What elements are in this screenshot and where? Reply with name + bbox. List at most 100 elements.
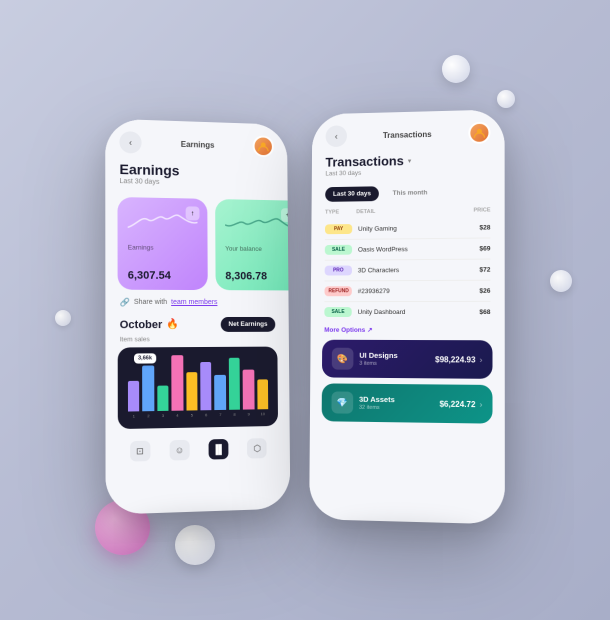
right-phone-screen: ‹ Transactions Transactions ▾ Last 30 da… <box>309 109 505 524</box>
tx-badge-0: PAY <box>325 224 352 234</box>
bar-1 <box>128 381 140 412</box>
nav-icon-home[interactable]: ⊡ <box>130 441 150 462</box>
october-row: October 🔥 Net Earnings <box>105 315 288 336</box>
bottom-card-sublabel-1: 32 items <box>359 405 395 411</box>
bottom-card-arrow-1: › <box>480 400 483 409</box>
bottom-card-info-0: UI Designs 3 items <box>359 351 397 367</box>
left-phone-top-bar: ‹ Earnings <box>105 119 287 162</box>
bottom-card-arrow-0: › <box>480 355 483 364</box>
bar-label-9: 9 <box>243 411 254 416</box>
transaction-row-3[interactable]: REFUND#23936279$26 <box>311 281 505 302</box>
bar-labels: 12345678910 <box>128 411 268 419</box>
nav-icon-menu[interactable]: ⬡ <box>247 438 267 458</box>
th-detail: DETAIL <box>356 208 458 215</box>
bar-7 <box>215 375 226 410</box>
bottom-card-label-0: UI Designs <box>359 351 397 360</box>
october-left: October 🔥 <box>120 319 179 331</box>
balance-card-icon: + <box>281 208 290 222</box>
transactions-title: Transactions <box>325 153 403 169</box>
filter-tabs: Last 30 days This month <box>312 180 505 210</box>
fire-icon: 🔥 <box>166 319 178 330</box>
bottom-card-icon-0: 🎨 <box>332 348 354 370</box>
transaction-list: PAY Unity Gaming $28 SALE Oasis WordPress $69… <box>311 217 505 322</box>
cards-row: ↑ Earnings 6,307.54 + Your balance 8,306 <box>105 193 288 299</box>
phones-container: ‹ Earnings Earnings Last 30 days ↑ <box>106 120 504 520</box>
bottom-cards: 🎨 UI Designs 3 items $98,224.93 › 💎 3D A… <box>322 340 493 424</box>
nav-icon-chart[interactable]: ▐▌ <box>209 439 229 460</box>
decorative-sphere-mid-right <box>550 270 572 292</box>
tx-badge-2: PRO <box>325 265 352 275</box>
bottom-card-info-1: 3D Assets 32 items <box>359 395 395 411</box>
filter-tab-0[interactable]: Last 30 days <box>325 186 379 202</box>
bottom-card-1[interactable]: 💎 3D Assets 32 items $6,224.72 › <box>322 383 493 423</box>
bar-chart-area: 3,66k 12345678910 <box>118 347 278 429</box>
more-options-label: More Options <box>324 326 365 333</box>
right-phone: ‹ Transactions Transactions ▾ Last 30 da… <box>309 109 505 524</box>
october-label: October <box>120 319 163 331</box>
bar-label-2: 2 <box>143 413 155 418</box>
th-price: PRICE <box>462 207 490 213</box>
tx-price-0: $28 <box>462 224 490 231</box>
tx-name-1: Oasis WordPress <box>358 245 456 253</box>
share-icon: 🔗 <box>120 298 130 307</box>
bottom-card-value-0: $98,224.93 <box>435 355 475 364</box>
net-earnings-button[interactable]: Net Earnings <box>221 317 276 332</box>
th-type: TYPE <box>325 209 352 215</box>
tx-price-4: $68 <box>462 308 490 315</box>
bottom-card-value-row-0: $98,224.93 › <box>435 355 482 364</box>
transactions-title-row: Transactions ▾ <box>325 151 490 169</box>
more-options-link[interactable]: More Options ↗ <box>311 322 505 340</box>
bar-label-5: 5 <box>186 412 197 417</box>
bar-label-3: 3 <box>157 413 169 418</box>
filter-tab-1[interactable]: This month <box>385 185 436 201</box>
bottom-card-value-1: $6,224.72 <box>439 399 475 409</box>
tx-price-2: $72 <box>462 266 490 273</box>
left-avatar <box>253 135 274 157</box>
decorative-sphere-bottom-left <box>175 525 215 565</box>
bar-label-10: 10 <box>257 411 268 416</box>
bar-label-1: 1 <box>128 413 140 418</box>
left-back-button[interactable]: ‹ <box>119 131 141 154</box>
left-screen-title: Earnings <box>181 139 215 149</box>
right-screen-title: Transactions <box>383 130 432 140</box>
bar-6 <box>200 362 212 410</box>
left-phone-screen: ‹ Earnings Earnings Last 30 days ↑ <box>105 119 290 515</box>
bar-4 <box>172 355 184 411</box>
left-bottom-nav: ⊡ ☺ ▐▌ ⬡ <box>106 430 290 473</box>
tx-price-1: $69 <box>462 245 490 252</box>
transaction-row-0[interactable]: PAY Unity Gaming $28 <box>311 217 504 239</box>
decorative-sphere-mid-left <box>55 310 71 326</box>
transaction-row-1[interactable]: SALE Oasis WordPress $69 <box>311 238 504 260</box>
bar-label-4: 4 <box>172 413 183 418</box>
right-back-button[interactable]: ‹ <box>326 125 347 147</box>
share-text: Share with <box>134 299 167 306</box>
share-row: 🔗 Share with team members <box>105 298 288 315</box>
bottom-card-0[interactable]: 🎨 UI Designs 3 items $98,224.93 › <box>322 340 493 379</box>
tx-badge-1: SALE <box>325 245 352 255</box>
transaction-row-2[interactable]: PRO3D Characters$72 <box>311 259 505 280</box>
balance-card: + Your balance 8,306.78 <box>215 199 290 290</box>
nav-icon-profile[interactable]: ☺ <box>169 440 189 461</box>
more-options-icon: ↗ <box>367 326 372 334</box>
decorative-sphere-top-right <box>442 55 470 83</box>
transactions-header: Transactions ▾ Last 30 days <box>312 147 505 183</box>
tx-name-4: Unity Dashboard <box>358 308 456 315</box>
bottom-card-label-1: 3D Assets <box>359 395 395 404</box>
tx-name-0: Unity Gaming <box>358 224 456 232</box>
earnings-header: Earnings Last 30 days <box>105 157 287 197</box>
team-members-link[interactable]: team members <box>171 299 217 306</box>
bar-10 <box>257 379 268 409</box>
balance-card-label: Your balance <box>225 246 290 254</box>
right-avatar <box>468 122 490 144</box>
earnings-card-label: Earnings <box>128 244 198 252</box>
bar-3 <box>157 386 169 411</box>
transaction-row-4[interactable]: SALE Unity Dashboard $68 <box>311 302 505 322</box>
bottom-card-left-0: 🎨 UI Designs 3 items <box>332 348 398 370</box>
bottom-card-left-1: 💎 3D Assets 32 items <box>331 391 394 414</box>
transactions-chevron[interactable]: ▾ <box>408 157 412 165</box>
tx-badge-4: SALE <box>324 307 351 317</box>
bar-5 <box>186 372 198 410</box>
left-phone: ‹ Earnings Earnings Last 30 days ↑ <box>105 119 290 515</box>
earnings-card-value: 6,307.54 <box>128 270 198 283</box>
bar-label-7: 7 <box>215 412 226 417</box>
